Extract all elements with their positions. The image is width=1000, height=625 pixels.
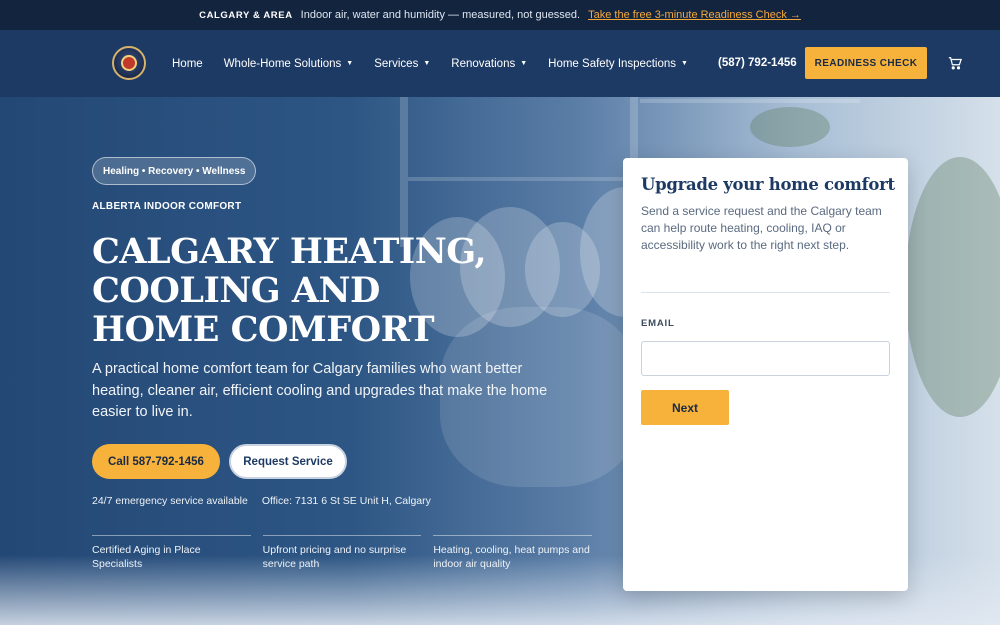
background-shelf	[640, 99, 860, 103]
chevron-down-icon: ▼	[423, 60, 431, 67]
headline-line: COOLING AND	[92, 270, 380, 311]
readiness-check-link[interactable]: Take the free 3-minute Readiness Check →	[588, 9, 801, 21]
form-description: Send a service request and the Calgary t…	[641, 204, 882, 252]
nav-menu: Home Whole-Home Solutions ▼ Services ▼ R…	[172, 30, 688, 97]
logo-emblem	[121, 55, 137, 71]
background-plant	[905, 157, 1000, 417]
feature-list: Certified Aging in Place Specialists Upf…	[92, 535, 593, 571]
background-shelf	[400, 97, 408, 247]
form-title: Upgrade your home comfort	[641, 175, 895, 194]
announcement-bar: CALGARY & AREA Indoor air, water and hum…	[0, 0, 1000, 30]
next-button[interactable]: Next	[641, 390, 729, 425]
hero-meta: 24/7 emergency service available Office:…	[92, 495, 431, 507]
nav-item-services[interactable]: Services ▼	[374, 58, 430, 70]
request-service-button[interactable]: Request Service	[229, 444, 347, 479]
nav-item-label: Renovations	[451, 57, 516, 70]
office-address: Office: 7131 6 St SE Unit H, Calgary	[261, 495, 431, 507]
email-field[interactable]	[641, 341, 890, 376]
call-button[interactable]: Call 587-792-1456	[92, 444, 220, 479]
nav-item-label: Home Safety Inspections	[548, 57, 676, 70]
headline-line: HOME COMFORT	[92, 309, 435, 350]
chevron-down-icon: ▼	[681, 60, 688, 67]
tagline-pill: Healing • Recovery • Wellness	[92, 157, 257, 185]
emergency-service-note: 24/7 emergency service available	[92, 495, 248, 507]
readiness-check-button[interactable]: READINESS CHECK	[805, 47, 927, 79]
nav-item-label: Home	[172, 57, 203, 70]
chevron-down-icon: ▼	[520, 60, 528, 67]
phone-link[interactable]: (587) 792-1456	[718, 57, 797, 69]
email-label: EMAIL	[641, 318, 675, 329]
hero-headline: CALGARY HEATING, COOLING AND HOME COMFOR…	[92, 232, 562, 349]
chevron-down-icon: ▼	[346, 60, 354, 67]
nav-item-renovations[interactable]: Renovations ▼	[451, 58, 527, 70]
background-plant	[750, 107, 830, 147]
background-shelf	[408, 177, 638, 181]
form-divider	[641, 292, 890, 293]
headline-line: CALGARY HEATING,	[92, 231, 487, 272]
nav-item-home-safety-inspections[interactable]: Home Safety Inspections ▼	[548, 58, 688, 70]
nav-item-label: Services	[374, 57, 419, 70]
nav-item-whole-home-solutions[interactable]: Whole-Home Solutions ▼	[224, 58, 354, 70]
service-request-form: Upgrade your home comfort Send a service…	[623, 158, 908, 591]
nav-item-home[interactable]: Home	[172, 58, 203, 70]
nav-item-label: Whole-Home Solutions	[223, 57, 342, 70]
announcement-area: CALGARY & AREA	[199, 9, 293, 21]
company-seal-logo[interactable]	[112, 46, 146, 80]
hero-eyebrow: ALBERTA INDOOR COMFORT	[92, 201, 242, 212]
feature-item: Upfront pricing and no surprise service …	[262, 535, 422, 571]
hero-lead-text: A practical home comfort team for Calgar…	[92, 361, 548, 420]
main-navigation: Home Whole-Home Solutions ▼ Services ▼ R…	[0, 30, 1000, 97]
announcement-message: Indoor air, water and humidity — measure…	[300, 9, 581, 21]
feature-item: Heating, cooling, heat pumps and indoor …	[433, 535, 593, 571]
feature-item: Certified Aging in Place Specialists	[92, 535, 251, 571]
cart-icon[interactable]	[948, 56, 962, 70]
